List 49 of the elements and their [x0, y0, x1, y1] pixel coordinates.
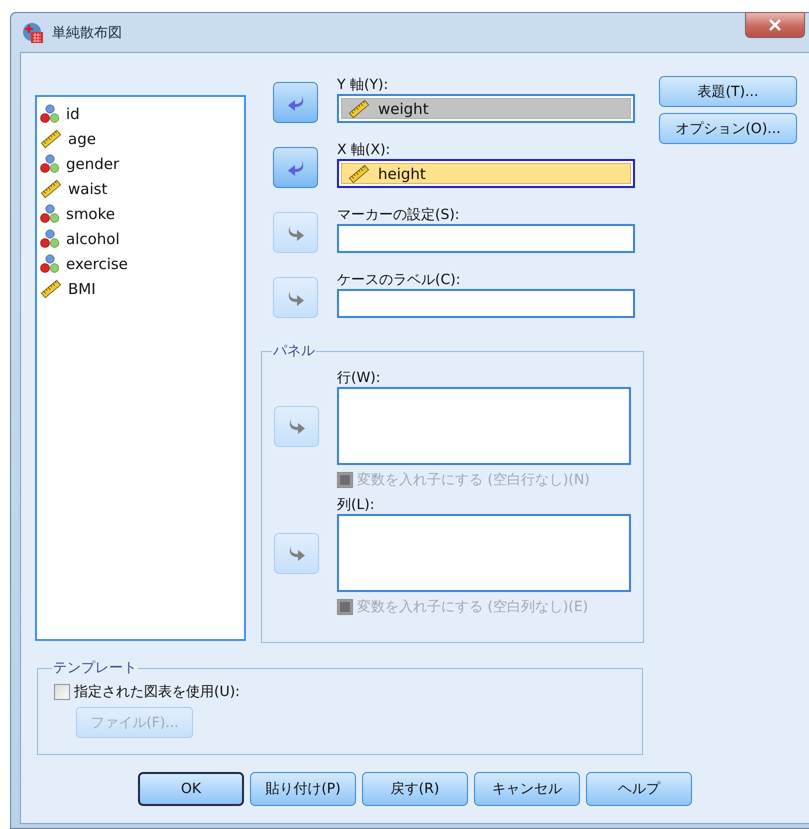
group-title: パネル [272, 342, 316, 360]
variable-name[interactable]: waist [68, 180, 108, 198]
field-label: マーカーの設定(S): [337, 207, 461, 223]
variable-field[interactable] [337, 224, 635, 253]
variable-field[interactable]: weight [337, 94, 635, 123]
field-label: X 軸(X): [337, 142, 392, 158]
dialog-button[interactable]: オプション(O)... [659, 113, 797, 144]
variable-name: weight [378, 100, 429, 118]
dialog-button[interactable]: 戻す(R) [362, 772, 468, 806]
nominal-variable-icon [40, 204, 60, 224]
field-label: Y 軸(Y): [337, 77, 390, 93]
checkbox-label: 変数を入れ子にする (空白行なし)(N) [357, 472, 590, 488]
window-title: 単純散布図 [52, 24, 123, 42]
left-arrow-icon [286, 160, 306, 176]
move-arrow-button[interactable] [273, 147, 318, 188]
field-label: ケースのラベル(C): [337, 272, 462, 288]
checkbox-label: 指定された図表を使用(U): [74, 684, 240, 700]
field-label: 行(W): [337, 370, 382, 386]
variable-field[interactable]: height [337, 159, 635, 188]
checkbox-label: 変数を入れ子にする (空白列なし)(E) [357, 599, 588, 615]
dialog-button[interactable]: 貼り付け(P) [250, 772, 356, 806]
chart-icon [22, 22, 44, 44]
dialog-button[interactable]: 表題(T)... [659, 76, 797, 107]
group-title: テンプレート [52, 659, 138, 677]
nominal-variable-icon [40, 154, 60, 174]
close-button[interactable] [745, 12, 805, 38]
variable-name[interactable]: age [68, 130, 96, 148]
dialog-button[interactable]: キャンセル [474, 772, 580, 806]
variable-name[interactable]: id [66, 104, 80, 122]
variable-field[interactable] [337, 387, 631, 465]
dialog-button[interactable]: ヘルプ [586, 772, 692, 806]
variable-name[interactable]: gender [66, 154, 120, 172]
nominal-variable-icon [40, 104, 60, 124]
variable-name: height [378, 164, 426, 182]
checkbox[interactable] [54, 684, 70, 700]
nominal-variable-icon [40, 228, 60, 248]
variable-name[interactable]: exercise [66, 254, 128, 272]
variable-name[interactable]: alcohol [66, 230, 120, 248]
variable-name[interactable]: BMI [68, 280, 96, 298]
close-icon [768, 18, 782, 30]
field-label: 列(L): [337, 497, 376, 513]
variable-field[interactable] [337, 514, 631, 592]
move-arrow-button[interactable] [273, 82, 318, 123]
dialog-button[interactable]: OK [138, 772, 244, 806]
variable-list[interactable]: id age gender waist smoke alcohol exercise BMI [35, 95, 246, 641]
nominal-variable-icon [40, 254, 60, 274]
variable-field[interactable] [337, 289, 635, 318]
left-arrow-icon [286, 94, 306, 110]
variable-name[interactable]: smoke [66, 204, 115, 222]
